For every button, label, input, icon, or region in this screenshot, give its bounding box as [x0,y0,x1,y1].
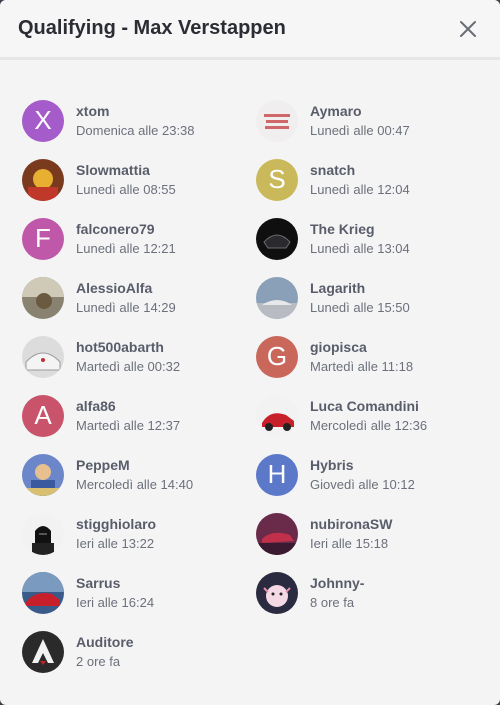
user-name[interactable]: alfa86 [76,397,180,416]
like-time: Martedì alle 00:32 [76,358,181,374]
list-item[interactable]: stigghiolaro Ieri alle 13:22 [22,504,256,563]
list-item[interactable]: A alfa86 Martedì alle 12:37 [22,386,256,445]
list-item[interactable]: The Krieg Lunedì alle 13:04 [256,209,490,268]
user-name[interactable]: PeppeM [76,456,193,475]
user-name[interactable]: Slowmattia [76,161,176,180]
list-item[interactable]: Aymaro Lunedì alle 00:47 [256,91,490,150]
user-name[interactable]: Auditore [76,633,134,652]
like-time: 8 ore fa [310,594,355,610]
user-name[interactable]: snatch [310,161,410,180]
list-item[interactable]: F falconero79 Lunedì alle 12:21 [22,209,256,268]
list-item[interactable]: H Hybris Giovedì alle 10:12 [256,445,490,504]
user-name[interactable]: Johnny- [310,574,364,593]
like-time: Ieri alle 15:18 [310,535,389,551]
user-name[interactable]: hot500abarth [76,338,180,357]
text-sticker-avatar [256,99,298,142]
like-time: Lunedì alle 00:47 [310,122,410,138]
list-item[interactable]: G giopisca Martedì alle 11:18 [256,327,490,386]
like-time: Lunedì alle 12:04 [310,181,410,197]
list-item[interactable]: X xtom Domenica alle 23:38 [22,91,256,150]
user-name[interactable]: stigghiolaro [76,515,156,534]
list-item[interactable]: Luca Comandini Mercoledì alle 12:36 [256,386,490,445]
avatar: H [256,453,298,496]
avatar: A [22,394,64,437]
like-time: Lunedì alle 08:55 [76,181,176,197]
list-item[interactable]: S snatch Lunedì alle 12:04 [256,150,490,209]
close-icon[interactable] [454,15,482,43]
user-list: X xtom Domenica alle 23:38 Aymaro Lunedì… [0,60,500,681]
photo-avatar [22,276,64,319]
list-item[interactable]: AlessioAlfa Lunedì alle 14:29 [22,268,256,327]
like-time: Martedì alle 11:18 [310,358,414,374]
list-item[interactable]: hot500abarth Martedì alle 00:32 [22,327,256,386]
user-name[interactable]: Aymaro [310,102,410,121]
list-item[interactable]: Slowmattia Lunedì alle 08:55 [22,150,256,209]
axolotl-avatar [256,571,298,614]
like-time: Martedì alle 12:37 [76,417,181,433]
cartoon-avatar [22,158,64,201]
like-time: Ieri alle 13:22 [76,535,155,551]
likes-modal: Qualifying - Max Verstappen X xtom Domen… [0,0,500,705]
user-name[interactable]: Lagarith [310,279,410,298]
list-item[interactable]: Sarrus Ieri alle 16:24 [22,563,256,622]
red-car-avatar [22,571,64,614]
assassin-logo-avatar [22,630,64,673]
user-name[interactable]: The Krieg [310,220,410,239]
like-time: Giovedì alle 10:12 [310,476,415,492]
user-name[interactable]: Luca Comandini [310,397,427,416]
modal-title: Qualifying - Max Verstappen [18,17,286,39]
avatar: G [256,335,298,378]
car-photo-avatar [22,335,64,378]
avatar: F [22,217,64,260]
user-name[interactable]: giopisca [310,338,413,357]
like-time: Lunedì alle 15:50 [310,299,410,315]
like-time: Ieri alle 16:24 [76,594,155,610]
list-item[interactable]: Johnny- 8 ore fa [256,563,490,622]
list-item[interactable]: Lagarith Lunedì alle 15:50 [256,268,490,327]
car-photo-avatar [256,512,298,555]
modal-header: Qualifying - Max Verstappen [0,0,500,60]
car-photo-avatar [256,276,298,319]
cartoon-avatar [22,453,64,496]
avatar: X [22,99,64,142]
user-name[interactable]: xtom [76,102,195,121]
avatar: S [256,158,298,201]
like-time: Mercoledì alle 14:40 [76,476,194,492]
user-name[interactable]: falconero79 [76,220,176,239]
user-name[interactable]: nubironaSW [310,515,392,534]
user-name[interactable]: Sarrus [76,574,154,593]
darth-vader-avatar [22,512,64,555]
user-name[interactable]: AlessioAlfa [76,279,176,298]
list-item[interactable]: nubironaSW Ieri alle 15:18 [256,504,490,563]
like-time: Domenica alle 23:38 [76,122,195,138]
like-time: Lunedì alle 12:21 [76,240,176,256]
like-time: 2 ore fa [76,653,121,669]
like-time: Lunedì alle 14:29 [76,299,176,315]
list-item[interactable]: Auditore 2 ore fa [22,622,256,681]
like-time: Lunedì alle 13:04 [310,240,410,256]
dark-car-avatar [256,217,298,260]
list-item[interactable]: PeppeM Mercoledì alle 14:40 [22,445,256,504]
user-name[interactable]: Hybris [310,456,415,475]
like-time: Mercoledì alle 12:36 [310,417,428,433]
red-car-avatar [256,394,298,437]
